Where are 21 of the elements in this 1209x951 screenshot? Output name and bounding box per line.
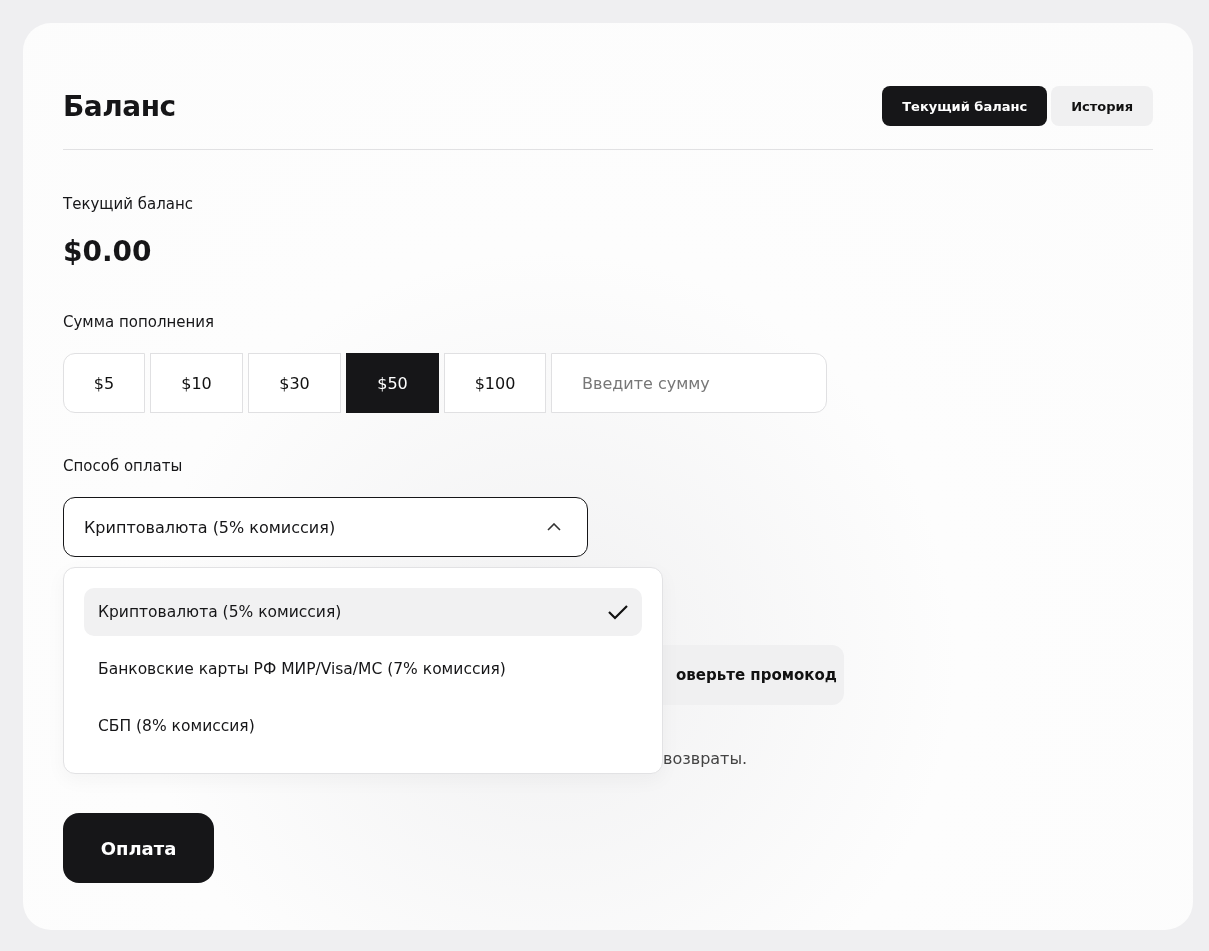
- pay-button[interactable]: Оплата: [63, 813, 214, 883]
- amount-label: Сумма пополнения: [63, 313, 216, 331]
- tab[interactable]: Текущий баланс: [882, 86, 1048, 126]
- amount-option[interactable]: $30: [248, 353, 341, 413]
- amount-option[interactable]: $5: [63, 353, 145, 413]
- dropdown-option[interactable]: СБП (8% комиссия): [84, 702, 642, 750]
- amount-option[interactable]: $10: [150, 353, 243, 413]
- amount-input-field[interactable]: Введите сумму: [551, 353, 827, 413]
- page-title: Баланс: [63, 89, 176, 123]
- checkmark-icon: [608, 604, 628, 620]
- amount-option[interactable]: $100: [444, 353, 546, 413]
- balance-label: Текущий баланс: [63, 195, 194, 213]
- balance-amount: $0.00: [63, 235, 153, 268]
- dropdown-option[interactable]: Криптовалюта (5% комиссия): [84, 588, 642, 636]
- agreement-text: возвраты.: [663, 749, 748, 768]
- tab[interactable]: История: [1051, 86, 1153, 126]
- dropdown-option[interactable]: Банковские карты РФ МИР/Visa/MC (7% комиссия): [84, 645, 642, 693]
- payment-select[interactable]: Криптовалюта (5% комиссия): [63, 497, 588, 557]
- payment-label: Способ оплаты: [63, 457, 184, 475]
- amount-option[interactable]: $50: [346, 353, 439, 413]
- select-value: Криптовалюта (5% комиссия): [84, 517, 336, 537]
